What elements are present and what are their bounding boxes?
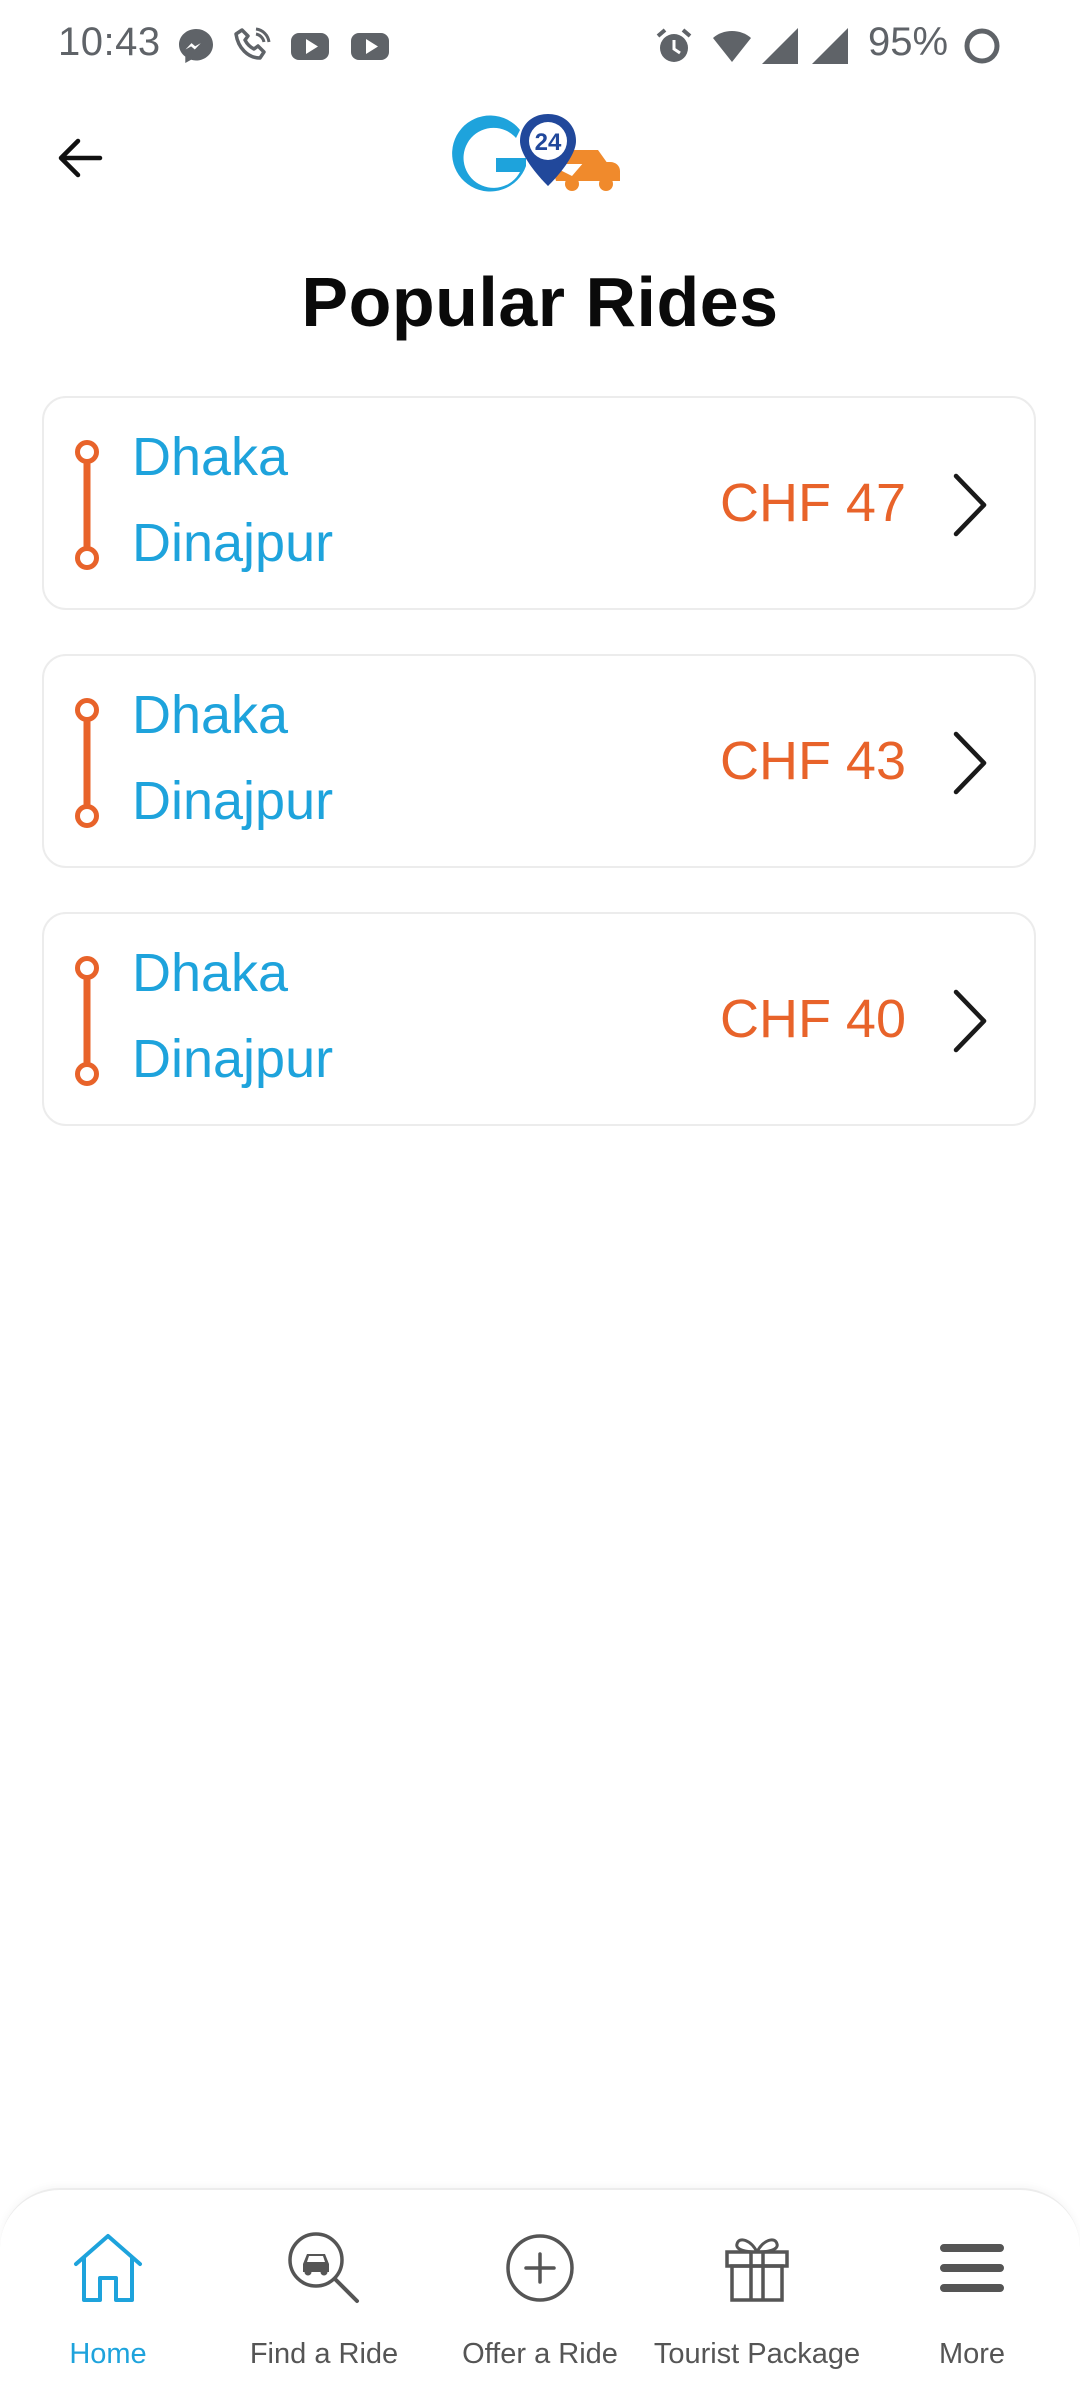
- arrow-left-icon: [58, 138, 103, 178]
- ride-destination: Dinajpur: [132, 513, 334, 573]
- chevron-right-icon: [953, 731, 987, 795]
- signal-icon: [762, 28, 798, 64]
- nav-home[interactable]: Home: [28, 2190, 188, 2400]
- nav-offer-a-ride[interactable]: Offer a Ride: [440, 2190, 640, 2400]
- ride-origin: Dhaka: [132, 685, 289, 745]
- home-icon: [74, 2234, 142, 2302]
- ride-card[interactable]: Dhaka Dinajpur CHF 47: [42, 396, 1036, 610]
- alarm-icon: [656, 28, 692, 62]
- messenger-icon: [179, 29, 213, 63]
- youtube-icon: [291, 33, 329, 60]
- app-logo: 24: [452, 114, 620, 192]
- route-line-icon: [75, 698, 99, 828]
- status-time: 10:43: [58, 20, 161, 64]
- ride-origin: Dhaka: [132, 943, 289, 1003]
- ride-card[interactable]: Dhaka Dinajpur CHF 40: [42, 912, 1036, 1126]
- nav-tourist-package[interactable]: Tourist Package: [650, 2190, 864, 2400]
- ride-price: CHF 43: [719, 731, 906, 791]
- ride-price: CHF 40: [719, 989, 906, 1049]
- nav-find-a-ride[interactable]: Find a Ride: [224, 2190, 424, 2400]
- nav-label-home: Home: [69, 2338, 147, 2370]
- ride-origin: Dhaka: [132, 427, 289, 487]
- wifi-icon: [713, 31, 751, 62]
- chevron-right-icon: [953, 473, 987, 537]
- popular-rides-screen: 10:43 95% 24 Popular Rides Dhaka Dinajpu…: [0, 0, 1080, 2400]
- ride-list: Dhaka Dinajpur CHF 47 Dhaka Dinajpur CHF…: [42, 396, 1038, 1170]
- youtube-icon: [351, 33, 389, 60]
- logo-text: 24: [535, 129, 562, 156]
- ride-price: CHF 47: [719, 473, 906, 533]
- nav-label-offer-a-ride: Offer a Ride: [462, 2338, 618, 2370]
- nav-label-find-a-ride: Find a Ride: [249, 2338, 399, 2370]
- ride-destination: Dinajpur: [132, 771, 334, 831]
- nav-label-more: More: [938, 2338, 1006, 2370]
- back-button[interactable]: [44, 122, 116, 194]
- page-title: Popular Rides: [301, 263, 779, 341]
- route-line-icon: [75, 956, 99, 1086]
- car-search-icon: [288, 2232, 359, 2303]
- status-bar: 10:43 95%: [0, 0, 1080, 92]
- menu-icon: [940, 2244, 1004, 2292]
- nav-more[interactable]: More: [892, 2190, 1052, 2400]
- chevron-right-icon: [953, 989, 987, 1053]
- route-line-icon: [75, 440, 99, 570]
- gift-icon: [725, 2238, 789, 2302]
- battery-percentage: 95%: [868, 20, 949, 64]
- battery-icon: [964, 28, 1000, 64]
- ride-destination: Dinajpur: [132, 1029, 334, 1089]
- plus-circle-icon: [506, 2234, 574, 2302]
- nav-label-tourist-package: Tourist Package: [653, 2338, 861, 2370]
- bottom-navigation: Home Find a Ride Offer a Ride Tourist Pa…: [0, 2188, 1080, 2400]
- ride-card[interactable]: Dhaka Dinajpur CHF 43: [42, 654, 1036, 868]
- signal-icon: [812, 28, 848, 64]
- wifi-call-icon: [234, 27, 271, 60]
